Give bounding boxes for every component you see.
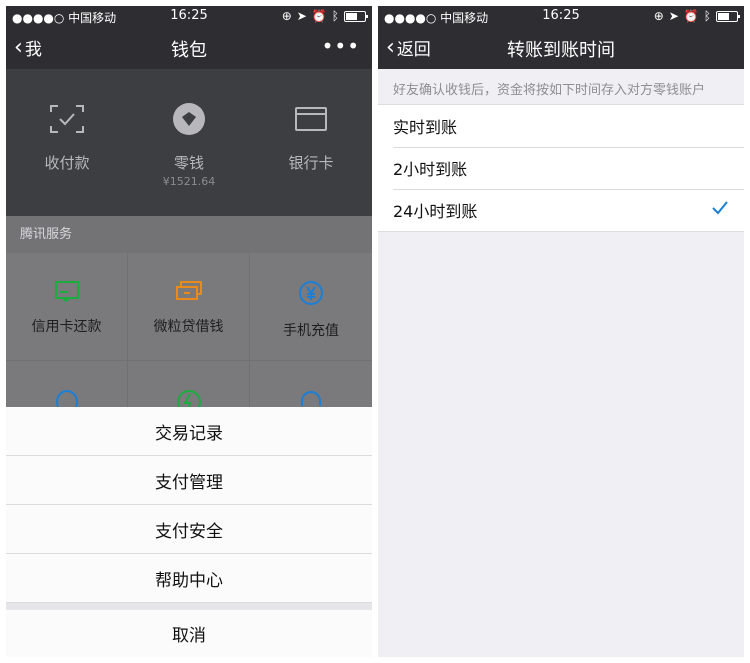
yuan-icon	[299, 281, 323, 305]
more-button[interactable]: •••	[322, 34, 360, 58]
alarm-icon: ⏰	[311, 9, 327, 23]
option-label: 实时到账	[393, 118, 458, 137]
service-topup[interactable]: 手机充值	[250, 253, 372, 361]
battery-icon	[344, 10, 368, 22]
service-credit-card[interactable]: 信用卡还款	[6, 253, 128, 361]
option-label: 2小时到账	[393, 160, 468, 179]
change-icon	[171, 102, 207, 136]
battery-icon	[716, 10, 740, 22]
cancel-button[interactable]: 取消	[6, 610, 372, 657]
wallet-item-pay[interactable]: 收付款	[6, 69, 128, 216]
service-loan[interactable]: 微粒贷借钱	[128, 253, 250, 361]
wallet-item-label: 银行卡	[288, 154, 334, 172]
option-realtime[interactable]: 实时到账	[378, 105, 744, 147]
service-label: 手机充值	[283, 323, 339, 339]
bluetooth-icon: ᛒ	[331, 9, 339, 23]
sheet-item-payment-security[interactable]: 支付安全	[6, 505, 372, 554]
system-icons: ⊕ ➤ ⏰ ᛒ	[281, 9, 368, 23]
transfer-note: 好友确认收钱后，资金将按如下时间存入对方零钱账户	[393, 83, 706, 98]
service-label: 微粒贷借钱	[153, 319, 224, 335]
transfer-time-screen: ●●●●○ 中国移动 16:25 ⊕ ➤ ⏰ ᛒ ‹ 返回 转账到账时间 好友确…	[378, 6, 744, 657]
action-sheet: 交易记录 支付管理 支付安全 帮助中心 取消	[6, 407, 372, 657]
alarm-icon: ⏰	[683, 9, 699, 23]
location-icon: ➤	[296, 9, 307, 23]
loan-icon	[175, 281, 202, 300]
checkmark-icon	[712, 201, 728, 215]
wallet-header: 收付款 零钱 ¥1521.64 银行卡	[6, 69, 372, 216]
wallet-screen: ●●●●○ 中国移动 16:25 ⊕ ➤ ⏰ ᛒ ‹ 我 钱包 ••• 收付款	[6, 6, 372, 657]
bank-card-icon	[294, 102, 328, 136]
option-24-hours[interactable]: 24小时到账	[378, 189, 744, 231]
page-title: 转账到账时间	[507, 40, 615, 61]
system-icons: ⊕ ➤ ⏰ ᛒ	[653, 9, 740, 23]
wallet-item-change[interactable]: 零钱 ¥1521.64	[128, 69, 250, 216]
option-2-hours[interactable]: 2小时到账	[378, 147, 744, 189]
bluetooth-icon: ᛒ	[703, 9, 711, 23]
credit-card-icon	[54, 281, 79, 302]
status-bar: ●●●●○ 中国移动 16:25 ⊕ ➤ ⏰ ᛒ	[378, 6, 744, 26]
status-bar: ●●●●○ 中国移动 16:25 ⊕ ➤ ⏰ ᛒ	[6, 6, 372, 26]
balance-amount: ¥1521.64	[162, 175, 216, 188]
location-icon: ➤	[668, 9, 679, 23]
lock-rotation-icon: ⊕	[281, 9, 292, 23]
section-label: 腾讯服务	[6, 216, 372, 253]
sheet-item-transactions[interactable]: 交易记录	[6, 407, 372, 456]
option-label: 24小时到账	[393, 202, 478, 221]
service-label: 信用卡还款	[31, 319, 102, 335]
wallet-item-label: 收付款	[44, 154, 90, 172]
nav-bar: ‹ 返回 转账到账时间	[378, 26, 744, 69]
page-title: 钱包	[171, 40, 207, 61]
sheet-item-payment-management[interactable]: 支付管理	[6, 456, 372, 505]
sheet-item-help-center[interactable]: 帮助中心	[6, 554, 372, 603]
wallet-item-bank-card[interactable]: 银行卡	[250, 69, 372, 216]
scan-pay-icon	[49, 102, 85, 136]
lock-rotation-icon: ⊕	[653, 9, 664, 23]
nav-bar: ‹ 我 钱包 •••	[6, 26, 372, 69]
wallet-item-label: 零钱	[173, 154, 204, 172]
option-list: 实时到账 2小时到账 24小时到账	[378, 104, 744, 232]
